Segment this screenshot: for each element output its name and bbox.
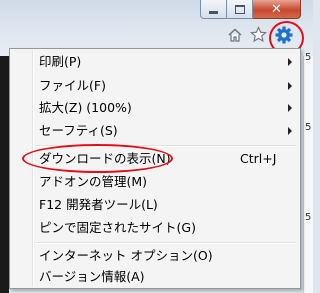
menu-item-label: セーフティ(S) [39, 123, 118, 138]
submenu-arrow-icon [288, 104, 292, 112]
tools-menu: 印刷(P) ファイル(F) 拡大(Z) (100%) セーフティ(S) ダウンロ… [9, 48, 301, 289]
menu-item-manage-addons[interactable]: アドオンの管理(M) [12, 171, 298, 192]
maximize-icon [234, 4, 245, 14]
star-icon[interactable] [250, 26, 267, 43]
menu-item-file[interactable]: ファイル(F) [12, 75, 298, 96]
page-background-strip [0, 56, 9, 293]
menu-separator [36, 145, 296, 147]
minimize-button[interactable] [200, 0, 227, 19]
menu-item-label: 印刷(P) [39, 54, 82, 69]
menu-item-view-downloads[interactable]: ダウンロードの表示(N) Ctrl+J [12, 148, 298, 169]
menu-item-print[interactable]: 印刷(P) [12, 51, 298, 72]
menu-item-label: インターネット オプション(O) [39, 248, 213, 263]
home-icon[interactable] [227, 27, 243, 43]
menu-item-label: ピンで固定されたサイト(G) [39, 220, 196, 235]
close-button[interactable]: ✕ [253, 0, 301, 19]
menu-item-shortcut: Ctrl+J [240, 151, 277, 166]
menu-item-label: アドオンの管理(M) [39, 174, 148, 189]
gear-icon[interactable] [274, 25, 294, 45]
submenu-arrow-icon [288, 82, 292, 90]
menu-item-label: ファイル(F) [39, 78, 106, 93]
submenu-arrow-icon [288, 58, 292, 66]
menu-item-label: F12 開発者ツール(L) [39, 197, 158, 212]
menu-item-zoom[interactable]: 拡大(Z) (100%) [12, 97, 298, 118]
close-icon: ✕ [271, 1, 282, 17]
menu-item-internet-options[interactable]: インターネット オプション(O) [12, 245, 298, 266]
menu-item-safety[interactable]: セーフティ(S) [12, 120, 298, 141]
menu-separator [36, 242, 296, 244]
edge-digit: 5 [305, 52, 312, 63]
minimize-icon [209, 10, 218, 14]
menu-item-pinned-sites[interactable]: ピンで固定されたサイト(G) [12, 217, 298, 238]
menu-item-label: ダウンロードの表示(N) [39, 151, 171, 166]
edge-digit: 5 [305, 212, 312, 223]
page-edge-strip: 5 5 5 [303, 52, 313, 293]
caption-buttons: ✕ [200, 0, 301, 19]
menu-item-about[interactable]: バージョン情報(A) [12, 266, 298, 287]
submenu-arrow-icon [288, 127, 292, 135]
edge-digit: 5 [305, 122, 312, 133]
menu-item-developer-tools[interactable]: F12 開発者ツール(L) [12, 194, 298, 215]
maximize-button[interactable] [227, 0, 253, 19]
menu-item-label: バージョン情報(A) [39, 269, 145, 284]
menu-item-label: 拡大(Z) (100%) [39, 100, 132, 115]
